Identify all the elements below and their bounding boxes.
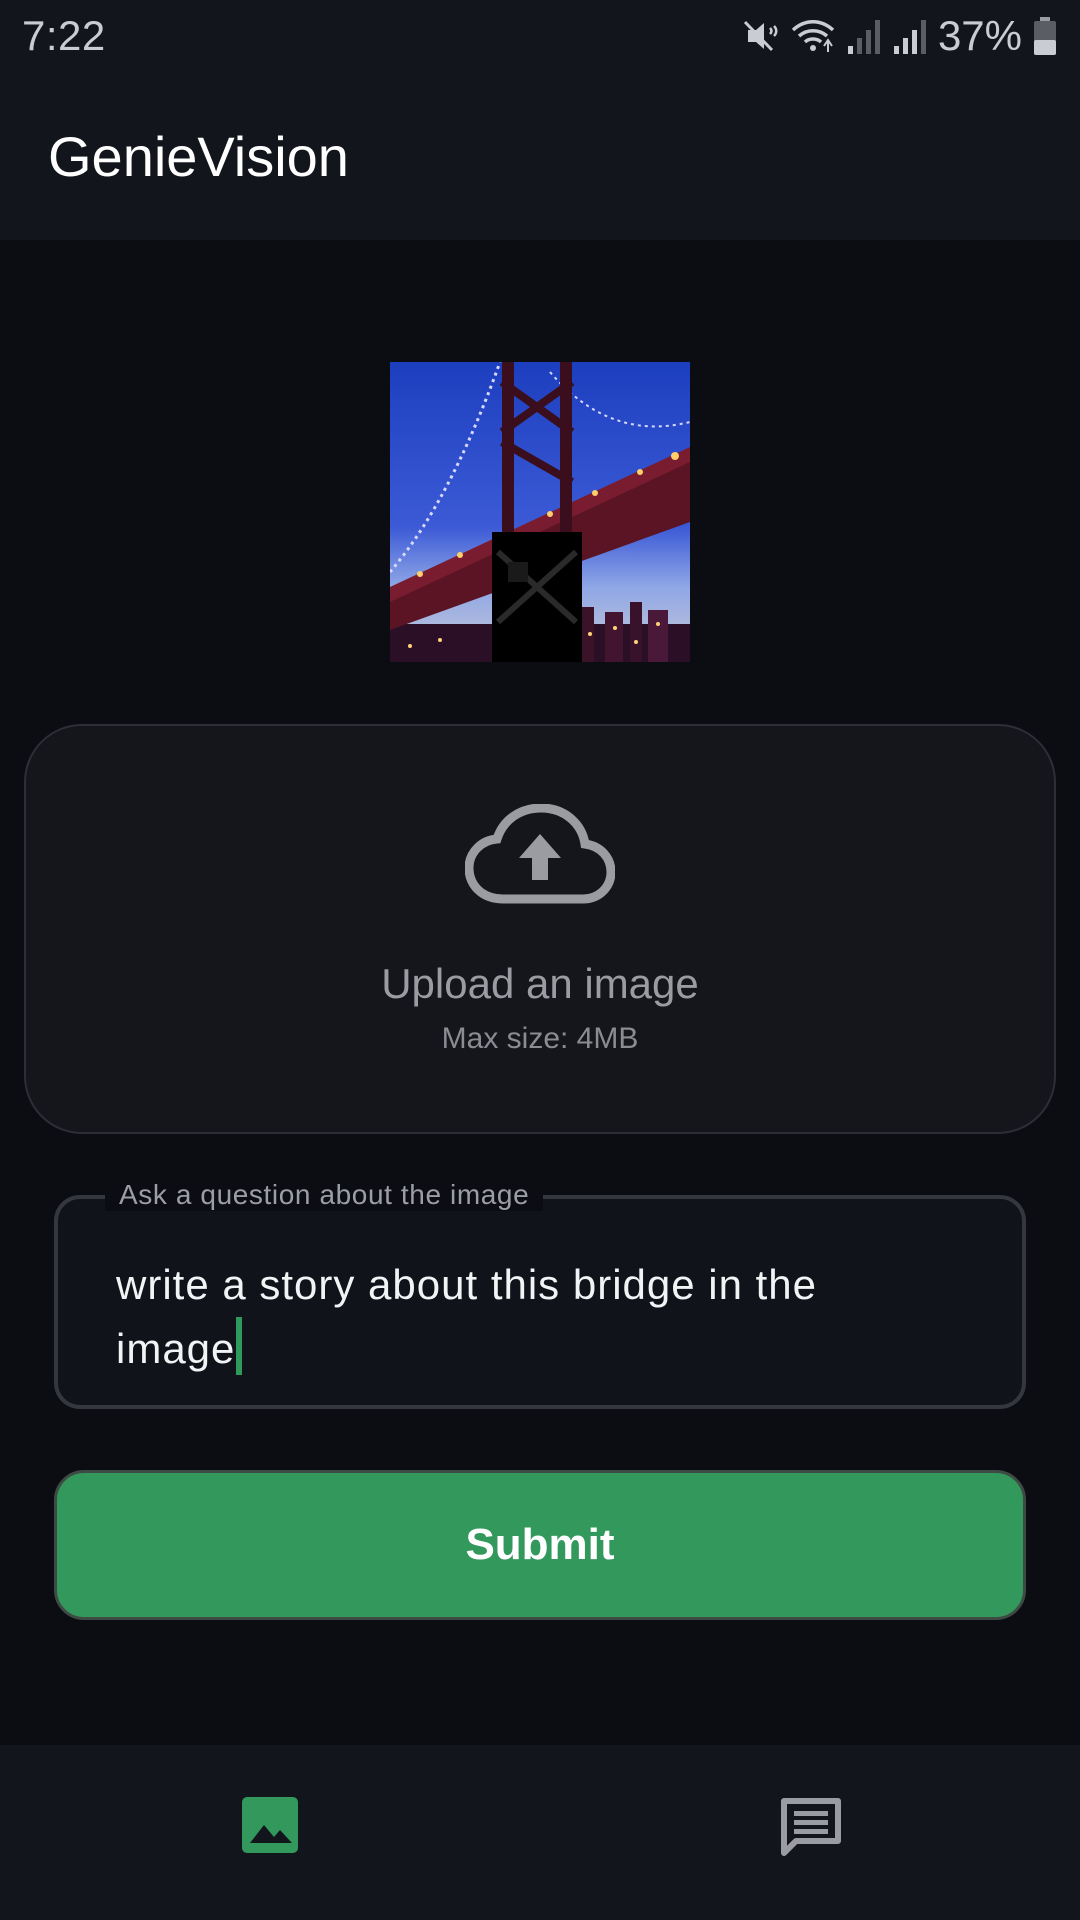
bridge-image (390, 362, 690, 662)
mute-icon (743, 20, 778, 52)
image-icon[interactable] (240, 1795, 300, 1855)
question-label: Ask a question about the image (105, 1179, 544, 1211)
battery-percentage: 37% (937, 12, 1022, 59)
upload-title: Upload an image (381, 960, 699, 1007)
cloud-upload-icon (465, 804, 615, 904)
question-input-value[interactable]: write a story about this bridge in the i… (116, 1253, 936, 1381)
signal-icon (893, 20, 926, 54)
app-title: GenieVision (48, 124, 349, 188)
bottom-navigation (0, 1745, 1080, 1920)
text-cursor (236, 1317, 243, 1375)
chat-icon[interactable] (778, 1795, 844, 1861)
submit-button[interactable]: Submit (54, 1470, 1026, 1620)
status-time: 7:22 (22, 12, 106, 59)
app-bar: GenieVision (0, 72, 1080, 240)
question-text: write a story about this bridge in the i… (116, 1261, 818, 1372)
wifi-icon (791, 20, 835, 52)
main-content: Upload an image Max size: 4MB Ask a ques… (0, 240, 1080, 1745)
question-input[interactable]: Ask a question about the image write a s… (54, 1179, 1026, 1409)
signal-icon (847, 20, 880, 54)
upload-max-size: Max size: 4MB (441, 1022, 639, 1055)
status-bar: 7:22 37% (0, 0, 1080, 72)
image-preview (390, 362, 690, 662)
battery-icon (1034, 17, 1056, 55)
upload-image-card[interactable]: Upload an image Max size: 4MB (24, 724, 1056, 1134)
status-icons: 37% (740, 12, 1058, 60)
